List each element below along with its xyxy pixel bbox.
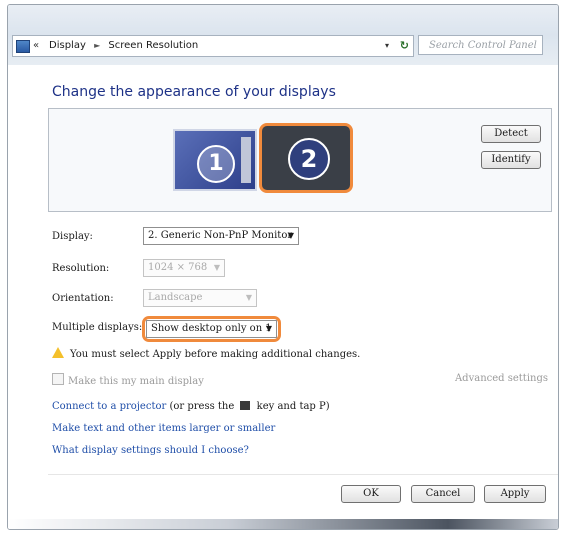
refresh-icon[interactable]: ↻ bbox=[400, 36, 409, 56]
warning-text: You must select Apply before making addi… bbox=[70, 349, 361, 360]
monitor-1-side-strip bbox=[241, 137, 251, 183]
breadcrumb: Display ► Screen Resolution bbox=[49, 36, 198, 56]
dropdown-arrow-icon: ▼ bbox=[265, 324, 272, 333]
text-size-link[interactable]: Make text and other items larger or smal… bbox=[52, 423, 275, 434]
display-select[interactable]: 2. Generic Non-PnP Monitor ▼ bbox=[143, 227, 299, 245]
ok-button[interactable]: OK bbox=[341, 485, 401, 503]
projector-hint-b: key and tap P) bbox=[256, 401, 330, 412]
resolution-label: Resolution: bbox=[52, 263, 110, 274]
projector-line: Connect to a projector (or press the key… bbox=[52, 401, 330, 412]
orientation-label: Orientation: bbox=[52, 293, 114, 304]
connect-projector-link[interactable]: Connect to a projector bbox=[52, 401, 166, 412]
checkbox-box bbox=[52, 373, 64, 385]
search-input[interactable]: Search Control Panel bbox=[418, 35, 543, 55]
window: « Display ► Screen Resolution ▾ ↻ Search… bbox=[7, 4, 559, 530]
resolution-select: 1024 × 768 ▼ bbox=[143, 259, 225, 277]
bottom-edge bbox=[8, 519, 558, 529]
cancel-button[interactable]: Cancel bbox=[411, 485, 475, 503]
warning-icon bbox=[52, 347, 64, 358]
projector-hint-a: (or press the bbox=[169, 401, 235, 412]
dropdown-arrow-icon: ▼ bbox=[245, 293, 252, 302]
divider bbox=[48, 474, 558, 475]
dropdown-arrow-icon: ▼ bbox=[287, 231, 294, 240]
monitor-1[interactable]: 1 bbox=[173, 129, 257, 191]
address-bar[interactable]: « Display ► Screen Resolution ▾ ↻ bbox=[12, 35, 414, 57]
detect-button[interactable]: Detect bbox=[481, 125, 541, 143]
back-chevron-icon[interactable]: « bbox=[33, 36, 39, 56]
monitor-1-number: 1 bbox=[197, 145, 235, 183]
apply-button[interactable]: Apply bbox=[484, 485, 546, 503]
monitor-arrangement-panel: 1 2 Detect Identify bbox=[48, 108, 552, 212]
page-title: Change the appearance of your displays bbox=[52, 84, 336, 100]
dropdown-arrow-icon: ▼ bbox=[213, 263, 220, 272]
main-display-checkbox: Make this my main display bbox=[52, 373, 204, 387]
advanced-settings-link[interactable]: Advanced settings bbox=[455, 373, 548, 384]
monitor-2-selected[interactable]: 2 bbox=[259, 123, 353, 193]
display-select-value: 2. Generic Non-PnP Monitor bbox=[148, 230, 293, 241]
breadcrumb-display[interactable]: Display bbox=[49, 40, 86, 51]
windows-key-icon bbox=[240, 401, 251, 410]
control-panel-icon bbox=[16, 40, 30, 53]
breadcrumb-separator-icon: ► bbox=[94, 41, 101, 50]
warning-message: You must select Apply before making addi… bbox=[52, 347, 360, 360]
orientation-select-value: Landscape bbox=[148, 292, 203, 303]
resolution-select-value: 1024 × 768 bbox=[148, 262, 208, 273]
display-label: Display: bbox=[52, 231, 93, 242]
address-dropdown-icon[interactable]: ▾ bbox=[385, 36, 389, 56]
monitor-2-number: 2 bbox=[288, 138, 330, 180]
multiple-displays-select[interactable]: Show desktop only on 1 ▼ bbox=[146, 320, 277, 338]
identify-button[interactable]: Identify bbox=[481, 151, 541, 169]
multiple-displays-select-value: Show desktop only on 1 bbox=[151, 323, 272, 334]
orientation-select: Landscape ▼ bbox=[143, 289, 257, 307]
multiple-displays-label: Multiple displays: bbox=[52, 322, 143, 333]
which-settings-link[interactable]: What display settings should I choose? bbox=[52, 445, 249, 456]
breadcrumb-screen-resolution[interactable]: Screen Resolution bbox=[108, 40, 198, 51]
main-display-label: Make this my main display bbox=[68, 376, 204, 387]
